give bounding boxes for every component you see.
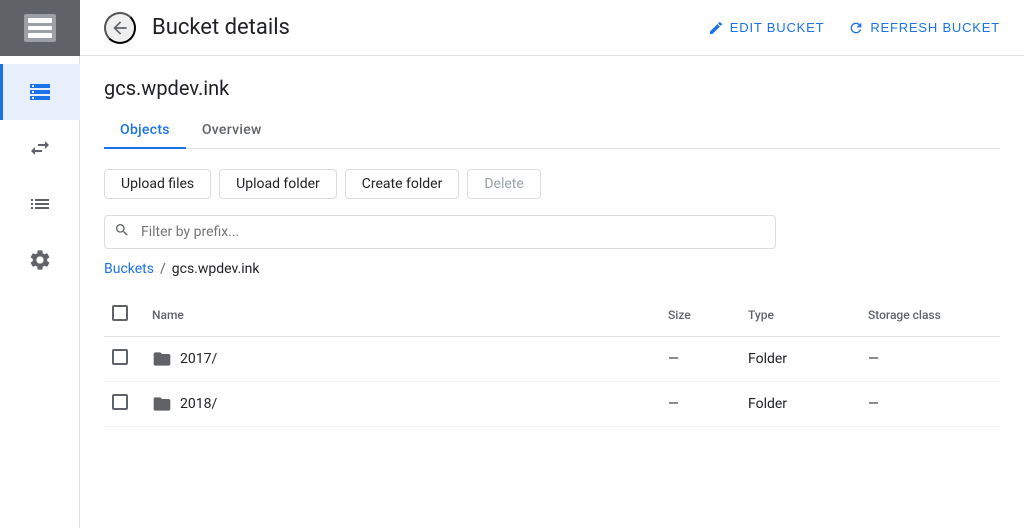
sidebar-item-storage[interactable] <box>0 64 80 120</box>
delete-button[interactable]: Delete <box>467 169 540 199</box>
transfer-icon <box>28 136 52 160</box>
list-icon <box>28 192 52 216</box>
main-content: Bucket details EDIT BUCKET REFRESH BUCKE… <box>80 0 1024 528</box>
row-checkbox[interactable] <box>112 394 128 410</box>
edit-bucket-button[interactable]: EDIT BUCKET <box>708 20 825 36</box>
search-icon <box>114 222 130 242</box>
back-button[interactable] <box>104 12 136 44</box>
breadcrumb-separator: / <box>160 261 166 277</box>
bucket-name: gcs.wpdev.ink <box>104 76 1000 100</box>
page-title: Bucket details <box>152 15 692 40</box>
action-buttons: Upload files Upload folder Create folder… <box>104 169 1000 199</box>
sidebar-item-transfer[interactable] <box>0 120 80 176</box>
header-size: Size <box>660 293 740 337</box>
sidebar-nav <box>0 56 79 288</box>
upload-files-button[interactable]: Upload files <box>104 169 211 199</box>
refresh-bucket-label: REFRESH BUCKET <box>870 20 1000 35</box>
row-name[interactable]: 2018/ <box>144 382 660 427</box>
breadcrumb: Buckets / gcs.wpdev.ink <box>104 261 1000 277</box>
folder-icon <box>152 394 172 414</box>
row-type: Folder <box>740 382 860 427</box>
header-storage-class: Storage class <box>860 293 1000 337</box>
settings-icon <box>28 248 52 272</box>
sidebar-logo <box>0 0 80 56</box>
breadcrumb-buckets-link[interactable]: Buckets <box>104 261 154 277</box>
page-content: gcs.wpdev.ink Objects Overview Upload fi… <box>80 56 1024 528</box>
tabs-container: Objects Overview <box>104 112 1000 149</box>
row-storage-class: — <box>860 337 1000 382</box>
filter-input[interactable] <box>104 215 776 249</box>
sidebar-item-list[interactable] <box>0 176 80 232</box>
table-row: 2017/ — Folder — <box>104 337 1000 382</box>
storage-icon <box>28 80 52 104</box>
filter-container <box>104 215 1000 249</box>
page-header: Bucket details EDIT BUCKET REFRESH BUCKE… <box>80 0 1024 56</box>
header-type: Type <box>740 293 860 337</box>
objects-table: Name Size Type Storage class 2017/ <box>104 293 1000 427</box>
tab-overview[interactable]: Overview <box>186 112 278 148</box>
refresh-bucket-button[interactable]: REFRESH BUCKET <box>848 20 1000 36</box>
table-body: 2017/ — Folder — 2018/ — Folder — <box>104 337 1000 427</box>
tab-objects[interactable]: Objects <box>104 112 186 148</box>
row-checkbox-cell <box>104 382 144 427</box>
select-all-checkbox[interactable] <box>112 305 128 321</box>
header-checkbox <box>104 293 144 337</box>
header-actions: EDIT BUCKET REFRESH BUCKET <box>708 20 1000 36</box>
logo-icon <box>24 14 56 42</box>
row-checkbox-cell <box>104 337 144 382</box>
sidebar-item-settings[interactable] <box>0 232 80 288</box>
create-folder-button[interactable]: Create folder <box>345 169 460 199</box>
row-size: — <box>660 337 740 382</box>
table-header: Name Size Type Storage class <box>104 293 1000 337</box>
table-row: 2018/ — Folder — <box>104 382 1000 427</box>
upload-folder-button[interactable]: Upload folder <box>219 169 337 199</box>
row-checkbox[interactable] <box>112 349 128 365</box>
breadcrumb-current: gcs.wpdev.ink <box>172 261 260 277</box>
row-type: Folder <box>740 337 860 382</box>
row-name[interactable]: 2017/ <box>144 337 660 382</box>
edit-bucket-label: EDIT BUCKET <box>730 20 825 35</box>
header-name: Name <box>144 293 660 337</box>
folder-icon <box>152 349 172 369</box>
row-size: — <box>660 382 740 427</box>
row-storage-class: — <box>860 382 1000 427</box>
sidebar <box>0 0 80 528</box>
